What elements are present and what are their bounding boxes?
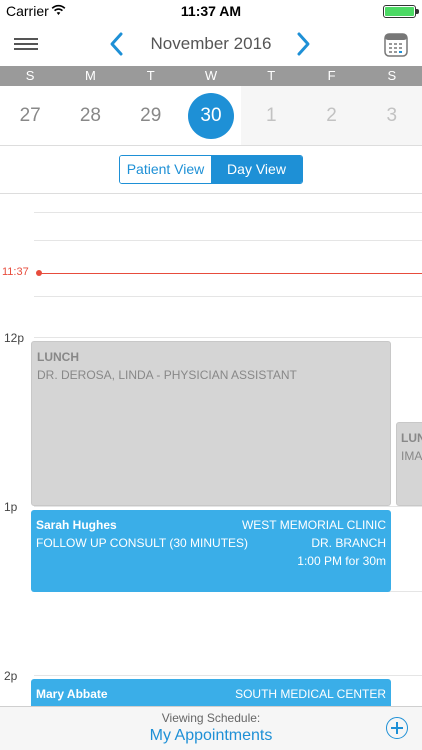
- screen: Carrier 11:37 AM November 2016 S M T W T…: [0, 0, 422, 750]
- day-timeline[interactable]: 11:37 12p 1p 2p LUNCH DR. DEROSA, LINDA …: [0, 194, 422, 706]
- patient-name: Mary Abbate: [36, 687, 108, 701]
- date-cell[interactable]: 28: [60, 86, 121, 145]
- week-dates-row: 27 28 29 30 1 2 3: [0, 86, 422, 146]
- current-time-label: 11:37: [2, 266, 29, 278]
- event-title: LUN: [401, 431, 422, 445]
- grid-line: [34, 675, 422, 676]
- weekday-label: F: [327, 68, 336, 83]
- patient-view-tab[interactable]: Patient View: [120, 156, 211, 183]
- weekday-label: M: [85, 68, 96, 83]
- month-title: November 2016: [150, 34, 272, 53]
- event-subtitle: DR. DEROSA, LINDA - PHYSICIAN ASSISTANT: [37, 368, 297, 382]
- grid-line: [34, 296, 422, 297]
- schedule-caption: Viewing Schedule:: [161, 711, 261, 725]
- current-time-line: [37, 273, 422, 274]
- status-bar: Carrier 11:37 AM: [0, 0, 422, 22]
- chevron-right-icon[interactable]: [292, 30, 314, 58]
- appointment-location: SOUTH MEDICAL CENTER: [235, 687, 386, 701]
- battery-icon: [383, 5, 419, 18]
- appointment-type: FOLLOW UP CONSULT (30 MINUTES): [36, 536, 249, 550]
- status-time: 11:37 AM: [180, 3, 242, 19]
- footer-bar: Viewing Schedule: My Appointments: [0, 706, 422, 750]
- day-view-tab[interactable]: Day View: [211, 156, 302, 183]
- weekday-label: T: [267, 68, 276, 83]
- appointment-time: 1:00 PM for 30m: [297, 554, 386, 568]
- weekday-label: S: [25, 68, 35, 83]
- hour-label-1p: 1p: [4, 500, 18, 514]
- hour-label-2p: 2p: [4, 669, 18, 683]
- appointment-card[interactable]: Sarah Hughes WEST MEMORIAL CLINIC FOLLOW…: [31, 510, 391, 592]
- calendar-icon[interactable]: [384, 31, 408, 57]
- appointment-card[interactable]: Mary Abbate SOUTH MEDICAL CENTER: [31, 679, 391, 706]
- weekday-header: S M T W T F S: [0, 66, 422, 86]
- weekday-label: T: [146, 68, 155, 83]
- event-title: LUNCH: [37, 350, 79, 364]
- weekday-label: S: [387, 68, 397, 83]
- date-cell[interactable]: 3: [361, 86, 422, 145]
- view-toggle: Patient View Day View: [119, 155, 303, 184]
- grid-line: [34, 506, 422, 507]
- date-cell[interactable]: 27: [0, 86, 61, 145]
- add-icon[interactable]: [386, 717, 408, 739]
- date-cell[interactable]: 2: [301, 86, 362, 145]
- event-subtitle: IMA: [401, 449, 422, 463]
- lunch-event[interactable]: LUNCH DR. DEROSA, LINDA - PHYSICIAN ASSI…: [31, 341, 391, 506]
- nav-bar: November 2016: [0, 22, 422, 66]
- lunch-event-overflow[interactable]: LUN IMA: [396, 422, 422, 506]
- hour-label-12p: 12p: [4, 331, 25, 345]
- grid-line: [34, 240, 422, 241]
- date-cell[interactable]: 1: [241, 86, 302, 145]
- date-cell-selected[interactable]: 30: [180, 86, 242, 145]
- grid-line: [34, 337, 422, 338]
- appointment-provider: DR. BRANCH: [311, 536, 386, 550]
- schedule-selector[interactable]: My Appointments: [0, 727, 422, 745]
- grid-line: [34, 212, 422, 213]
- weekday-label: W: [204, 68, 218, 83]
- appointment-location: WEST MEMORIAL CLINIC: [241, 518, 386, 532]
- patient-name: Sarah Hughes: [36, 518, 117, 532]
- date-cell[interactable]: 29: [120, 86, 181, 145]
